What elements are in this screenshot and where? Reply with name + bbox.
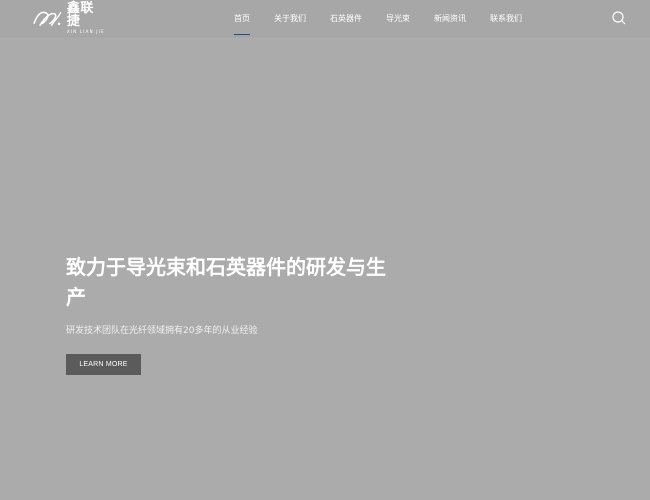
learn-more-button[interactable]: LEARN MORE xyxy=(66,354,141,375)
hero-subtitle: 研发技术团队在光纤领域拥有20多年的从业经验 xyxy=(66,326,258,336)
hero-banner: 致力于导光束和石英器件的研发与生产 研发技术团队在光纤领域拥有20多年的从业经验 xyxy=(66,252,406,338)
nav-item-label: 石英器件 xyxy=(330,13,362,23)
nav-item-light-guide[interactable]: 导光束 xyxy=(374,0,422,36)
nav-item-home[interactable]: 首页 xyxy=(222,0,262,36)
hero-title: 致力于导光束和石英器件的研发与生产 xyxy=(66,255,386,309)
nav-item-about[interactable]: 关于我们 xyxy=(262,0,318,36)
search-icon xyxy=(612,11,626,25)
brand-swoosh-icon xyxy=(33,11,62,27)
nav-item-news[interactable]: 新闻资讯 xyxy=(422,0,478,36)
main-nav: 首页 关于我们 石英器件 导光束 新闻资讯 联系我们 xyxy=(222,0,534,36)
nav-item-label: 新闻资讯 xyxy=(434,13,466,23)
site-header: 鑫联捷 XIN LIAN JIE 首页 关于我们 石英器件 导光束 新闻资讯 联… xyxy=(0,0,650,36)
brand-name: 鑫联捷 XIN LIAN JIE xyxy=(67,2,106,34)
nav-item-label: 关于我们 xyxy=(274,13,306,23)
nav-item-contact[interactable]: 联系我们 xyxy=(478,0,534,36)
search-button[interactable] xyxy=(611,10,627,26)
brand-logo[interactable]: 鑫联捷 XIN LIAN JIE xyxy=(32,2,106,34)
brand-name-cn: 鑫联捷 xyxy=(66,1,94,29)
nav-item-quartz-devices[interactable]: 石英器件 xyxy=(318,0,374,36)
nav-item-label: 联系我们 xyxy=(490,13,522,23)
nav-item-label: 导光束 xyxy=(386,13,410,23)
nav-item-label: 首页 xyxy=(234,13,250,23)
brand-name-en: XIN LIAN JIE xyxy=(66,29,105,34)
